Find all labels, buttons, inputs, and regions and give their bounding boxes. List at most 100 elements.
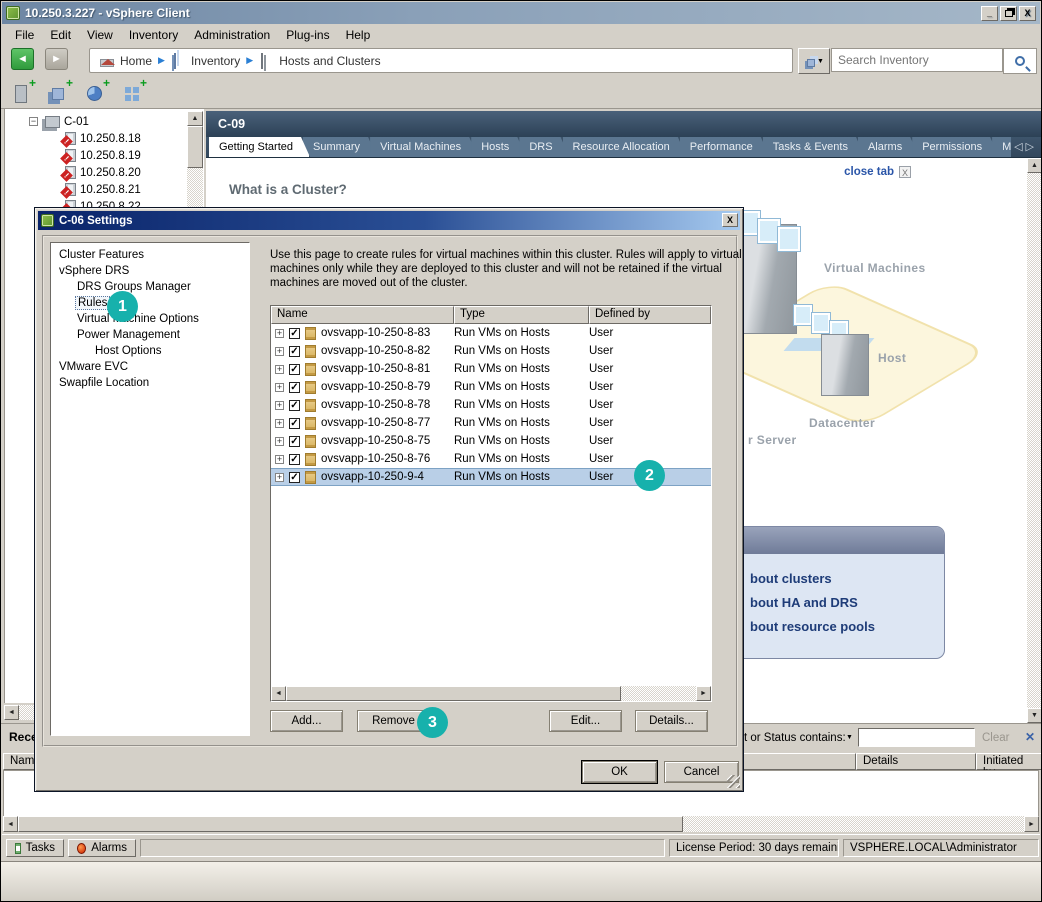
edit-button[interactable]: Edit... (549, 710, 622, 732)
settings-nav-item[interactable]: Cluster Features (51, 247, 249, 263)
filter-dropdown-icon[interactable]: ▼ (846, 734, 853, 741)
filter-input[interactable] (858, 728, 975, 747)
new-vm-button[interactable] (118, 81, 145, 106)
tree-node-host[interactable]: 10.250.8.21 (65, 181, 141, 198)
menu-item[interactable]: Edit (43, 26, 78, 44)
tab[interactable]: Hosts (471, 137, 526, 157)
rule-enabled-checkbox[interactable]: ✓ (289, 364, 300, 375)
minimize-button[interactable]: _ (981, 6, 998, 21)
rule-enabled-checkbox[interactable]: ✓ (289, 418, 300, 429)
tab[interactable]: Permissions (912, 137, 999, 157)
tasks-panel-button[interactable]: Tasks (6, 839, 64, 857)
tree-node-host[interactable]: 10.250.8.18 (65, 130, 141, 147)
resize-grip[interactable] (727, 775, 740, 788)
rule-row[interactable]: + ✓ ovsvapp-10-250-8-78 Run VMs on Hosts… (271, 396, 711, 414)
dialog-titlebar[interactable]: C-06 Settings (38, 211, 740, 230)
column-header-name[interactable]: Name (271, 306, 454, 324)
scroll-up-icon[interactable]: ▲ (1027, 158, 1042, 173)
add-button[interactable]: Add... (270, 710, 343, 732)
maximize-button[interactable] (1000, 6, 1017, 21)
rule-enabled-checkbox[interactable]: ✓ (289, 400, 300, 411)
breadcrumb-home[interactable]: Home (100, 54, 152, 68)
link-about-resource-pools[interactable]: bout resource pools (750, 619, 875, 634)
menu-item[interactable]: File (8, 26, 41, 44)
settings-nav-item[interactable]: Virtual Machine Options (51, 311, 249, 327)
rule-row[interactable]: + ✓ ovsvapp-10-250-8-81 Run VMs on Hosts… (271, 360, 711, 378)
menu-item[interactable]: Administration (187, 26, 277, 44)
rule-enabled-checkbox[interactable]: ✓ (289, 382, 300, 393)
rule-row[interactable]: + ✓ ovsvapp-10-250-8-77 Run VMs on Hosts… (271, 414, 711, 432)
settings-nav-item[interactable]: Rules (51, 295, 249, 311)
close-tab-link[interactable]: close tabX (844, 166, 911, 178)
close-button[interactable]: X (1019, 6, 1036, 21)
new-resource-pool-button[interactable] (81, 81, 108, 106)
scroll-left-icon[interactable]: ◄ (4, 705, 19, 720)
tab[interactable]: Virtual Machines (370, 137, 478, 157)
rule-enabled-checkbox[interactable]: ✓ (289, 436, 300, 447)
scroll-up-icon[interactable]: ▲ (187, 111, 203, 126)
tab[interactable]: Tasks & Events (763, 137, 865, 157)
menu-item[interactable]: Plug-ins (279, 26, 336, 44)
scroll-left-icon[interactable]: ◄ (271, 686, 286, 701)
settings-nav-item[interactable]: DRS Groups Manager (51, 279, 249, 295)
tab[interactable]: DRS (519, 137, 569, 157)
scroll-down-icon[interactable]: ▼ (1027, 708, 1042, 723)
tree-node-host[interactable]: 10.250.8.20 (65, 164, 141, 181)
tab[interactable]: Performance (680, 137, 770, 157)
column-header-type[interactable]: Type (454, 306, 589, 324)
clear-filter-button[interactable]: Clear (982, 732, 1009, 744)
tab[interactable]: Alarms (858, 137, 919, 157)
bottom-hscrollbar[interactable]: ◄ ► (3, 816, 1039, 832)
rule-enabled-checkbox[interactable]: ✓ (289, 472, 300, 483)
breadcrumb-inventory[interactable]: Inventory (171, 54, 240, 68)
settings-nav-item[interactable]: Swapfile Location (51, 375, 249, 391)
close-tab-x-icon[interactable]: X (899, 166, 911, 178)
settings-nav-item[interactable]: vSphere DRS (51, 263, 249, 279)
settings-nav-item[interactable]: Power Management (51, 327, 249, 343)
rule-row[interactable]: + ✓ ovsvapp-10-250-8-83 Run VMs on Hosts… (271, 324, 711, 342)
column-header-details[interactable]: Details (856, 753, 976, 770)
expand-icon[interactable]: + (275, 473, 284, 482)
expand-icon[interactable]: + (275, 437, 284, 446)
menu-item[interactable]: View (80, 26, 120, 44)
search-input[interactable] (831, 48, 1003, 72)
expand-icon[interactable]: + (275, 365, 284, 374)
tree-scrollbar[interactable]: ▲ (187, 111, 203, 207)
search-scope-dropdown[interactable]: ▼ (798, 48, 830, 74)
column-header-defined-by[interactable]: Defined by (589, 306, 711, 324)
collapse-icon[interactable]: − (29, 117, 38, 126)
expand-icon[interactable]: + (275, 401, 284, 410)
rule-row[interactable]: + ✓ ovsvapp-10-250-8-75 Run VMs on Hosts… (271, 432, 711, 450)
tab[interactable]: Summary (303, 137, 377, 157)
tab[interactable]: Maps (992, 137, 1011, 157)
tree-node-cluster[interactable]: − C-01 (29, 113, 89, 130)
forward-button[interactable]: ► (45, 48, 68, 70)
scroll-right-icon[interactable]: ► (696, 686, 711, 701)
column-header-initiated-by[interactable]: Initiated by (976, 753, 1042, 770)
expand-icon[interactable]: + (275, 419, 284, 428)
new-cluster-button[interactable] (44, 81, 71, 106)
search-button[interactable] (1003, 48, 1037, 74)
details-button[interactable]: Details... (635, 710, 708, 732)
tab[interactable]: Getting Started (209, 137, 310, 157)
rule-enabled-checkbox[interactable]: ✓ (289, 346, 300, 357)
expand-icon[interactable]: + (275, 329, 284, 338)
rule-row[interactable]: + ✓ ovsvapp-10-250-8-82 Run VMs on Hosts… (271, 342, 711, 360)
link-about-ha-drs[interactable]: bout HA and DRS (750, 595, 858, 610)
expand-icon[interactable]: + (275, 347, 284, 356)
tree-node-host[interactable]: 10.250.8.19 (65, 147, 141, 164)
rule-enabled-checkbox[interactable]: ✓ (289, 328, 300, 339)
scroll-right-icon[interactable]: ► (1024, 816, 1039, 832)
rule-enabled-checkbox[interactable]: ✓ (289, 454, 300, 465)
ok-button[interactable]: OK (582, 761, 657, 783)
settings-nav-item[interactable]: VMware EVC (51, 359, 249, 375)
add-host-button[interactable] (7, 81, 34, 106)
expand-icon[interactable]: + (275, 383, 284, 392)
settings-nav-item[interactable]: Host Options (51, 343, 249, 359)
back-button[interactable]: ◄ (11, 48, 34, 70)
rule-row[interactable]: + ✓ ovsvapp-10-250-8-79 Run VMs on Hosts… (271, 378, 711, 396)
tab-scroll-arrows[interactable]: ◁▷ (1014, 140, 1037, 153)
menu-item[interactable]: Inventory (122, 26, 185, 44)
content-scrollbar[interactable]: ▲ ▼ (1027, 158, 1042, 723)
close-panel-x-icon[interactable]: ✕ (1025, 730, 1035, 744)
